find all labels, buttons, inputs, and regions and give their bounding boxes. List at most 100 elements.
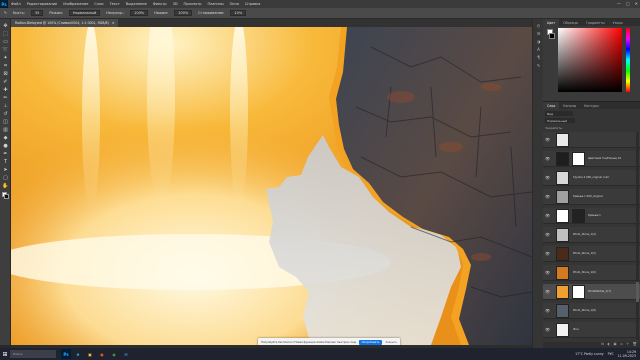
start-menu-icon[interactable]: ⊞ (0, 348, 10, 360)
layer-mask-thumbnail[interactable] (572, 209, 585, 223)
layer-thumbnail[interactable] (556, 133, 569, 147)
maximize-button[interactable]: ▢ (626, 1, 630, 6)
tab-color[interactable]: Цвет (543, 19, 560, 26)
layer-thumbnail[interactable] (556, 209, 569, 223)
background-color-swatch[interactable] (4, 194, 9, 199)
history-panel-icon[interactable]: ◴ (536, 23, 541, 28)
language-indicator[interactable]: РУС (608, 352, 614, 356)
layer-row[interactable]: 👁 Photo_Stone_1(5) (543, 246, 640, 262)
menu-edit[interactable]: Редактирование (24, 2, 61, 6)
layers-scrollbar[interactable] (636, 132, 639, 340)
adjustments-panel-icon[interactable]: ◑ (536, 39, 541, 44)
layer-row[interactable]: 👁 Фон (543, 322, 640, 338)
layer-thumbnail[interactable] (556, 323, 569, 337)
move-tool-icon[interactable]: ✥ (2, 23, 9, 29)
visibility-eye-icon[interactable]: 👁 (545, 251, 550, 256)
taskbar-app-icon[interactable]: ● (97, 349, 107, 359)
menu-3d[interactable]: 3D (170, 2, 181, 6)
paragraph-panel-icon[interactable]: ¶ (536, 55, 541, 60)
taskbar-search[interactable]: Поиск (10, 350, 56, 358)
healing-brush-tool-icon[interactable]: ✚ (2, 87, 9, 93)
image-canvas[interactable] (11, 27, 532, 345)
opacity-field[interactable]: 100% (130, 10, 149, 16)
menu-select[interactable]: Выделение (123, 2, 150, 6)
shape-tool-icon[interactable]: ▢ (2, 175, 9, 181)
artboard-tool-icon[interactable]: ⬚ (2, 31, 9, 37)
visibility-eye-icon[interactable]: 👁 (545, 137, 550, 142)
type-tool-icon[interactable]: T (2, 159, 9, 165)
close-window-button[interactable]: ✕ (635, 1, 638, 6)
layer-thumbnail[interactable] (556, 152, 569, 166)
visibility-eye-icon[interactable]: 👁 (545, 175, 550, 180)
layer-row[interactable]: 👁 Кривые 1 000_original (543, 189, 640, 205)
weather-widget[interactable]: 17°C Partly sunny (575, 352, 604, 356)
layer-thumbnail[interactable] (556, 285, 569, 299)
history-brush-tool-icon[interactable]: ↺ (2, 111, 9, 117)
taskbar-app-icon[interactable]: ▣ (85, 349, 95, 359)
gradient-tool-icon[interactable]: ▥ (2, 127, 9, 133)
hue-slider[interactable] (626, 28, 630, 92)
layer-blend-mode-select[interactable]: Нормальный (545, 118, 575, 123)
taskbar-app-icon[interactable]: ◉ (109, 349, 119, 359)
clone-stamp-tool-icon[interactable]: ⊥ (2, 103, 9, 109)
minimize-button[interactable]: — (617, 1, 621, 6)
layer-filter-select[interactable]: Вид (545, 111, 573, 116)
path-select-tool-icon[interactable]: ➤ (2, 167, 9, 173)
notification-close-button[interactable]: Закрыть (385, 341, 397, 344)
layer-thumbnail[interactable] (556, 228, 569, 242)
menu-window[interactable]: Окно (227, 2, 242, 6)
layer-row[interactable]: 👁 PhotoMarble_1(7) (543, 284, 640, 300)
layer-row[interactable]: 👁 Кривые 1 (543, 208, 640, 224)
hand-tool-icon[interactable]: ✋ (2, 183, 9, 189)
layer-thumbnail[interactable] (556, 247, 569, 261)
brush-tool-icon[interactable]: ✎ (4, 11, 7, 15)
visibility-eye-icon[interactable]: 👁 (545, 194, 550, 199)
visibility-eye-icon[interactable]: 👁 (545, 232, 550, 237)
dodge-tool-icon[interactable]: ● (2, 143, 9, 149)
tab-channels[interactable]: Каналы (559, 102, 580, 109)
document-tab[interactable]: Rodion-Bleloyard @ 100% (Снимок0004, 1:1… (11, 19, 119, 27)
properties-panel-icon[interactable]: ☰ (536, 31, 541, 36)
pen-tool-icon[interactable]: ✒ (2, 151, 9, 157)
layer-row[interactable]: 👁 Группа 2 000_original color (543, 170, 640, 186)
menu-layers[interactable]: Слои (91, 2, 106, 6)
layer-row[interactable]: 👁 Photo_Stone_1(4) (543, 227, 640, 243)
frame-tool-icon[interactable]: ⊠ (2, 71, 9, 77)
layer-thumbnail[interactable] (556, 190, 569, 204)
tab-gradients[interactable]: Градиенты (582, 19, 609, 26)
smoothing-field[interactable]: 10% (230, 10, 247, 16)
tab-swatches[interactable]: Образцы (559, 19, 582, 26)
menu-view[interactable]: Просмотр (181, 2, 205, 6)
layers-scroll-thumb[interactable] (636, 282, 639, 302)
visibility-eye-icon[interactable]: 👁 (545, 327, 550, 332)
layer-row[interactable]: 👁 Цветовой тон/Насыщ 10 (543, 151, 640, 167)
blend-mode-select[interactable]: Нормальный (68, 10, 101, 16)
quick-select-tool-icon[interactable]: ✦ (2, 55, 9, 61)
visibility-eye-icon[interactable]: 👁 (545, 308, 550, 313)
brush-tool-icon[interactable]: ✏ (2, 95, 9, 101)
flow-field[interactable]: 100% (174, 10, 193, 16)
eraser-tool-icon[interactable]: ◫ (2, 119, 9, 125)
menu-help[interactable]: Справка (242, 2, 263, 6)
layer-row[interactable]: 👁 Photo_Stone_1(6) (543, 265, 640, 281)
taskbar-app-icon[interactable]: Ps (61, 349, 71, 359)
visibility-eye-icon[interactable]: 👁 (545, 270, 550, 275)
menu-image[interactable]: Изображение (60, 2, 91, 6)
visibility-eye-icon[interactable]: 👁 (545, 289, 550, 294)
brush-size-picker[interactable]: 35 (30, 10, 44, 16)
layer-thumbnail[interactable] (556, 171, 569, 185)
menu-type[interactable]: Текст (107, 2, 123, 6)
layer-thumbnail[interactable] (556, 304, 569, 318)
layer-mask-thumbnail[interactable] (572, 152, 585, 166)
marquee-tool-icon[interactable]: ▭ (2, 39, 9, 45)
menu-filter[interactable]: Фильтр (150, 2, 170, 6)
tab-paths[interactable]: Контуры (580, 102, 603, 109)
brushes-panel-icon[interactable]: ✎ (536, 63, 541, 68)
eyedropper-tool-icon[interactable]: ✐ (2, 79, 9, 85)
close-document-icon[interactable]: × (112, 21, 115, 25)
blur-tool-icon[interactable]: ◆ (2, 135, 9, 141)
lasso-tool-icon[interactable]: ➰ (2, 47, 9, 53)
layer-thumbnail[interactable] (556, 266, 569, 280)
panel-background-swatch[interactable] (549, 33, 555, 39)
menu-file[interactable]: Файл (8, 2, 24, 6)
